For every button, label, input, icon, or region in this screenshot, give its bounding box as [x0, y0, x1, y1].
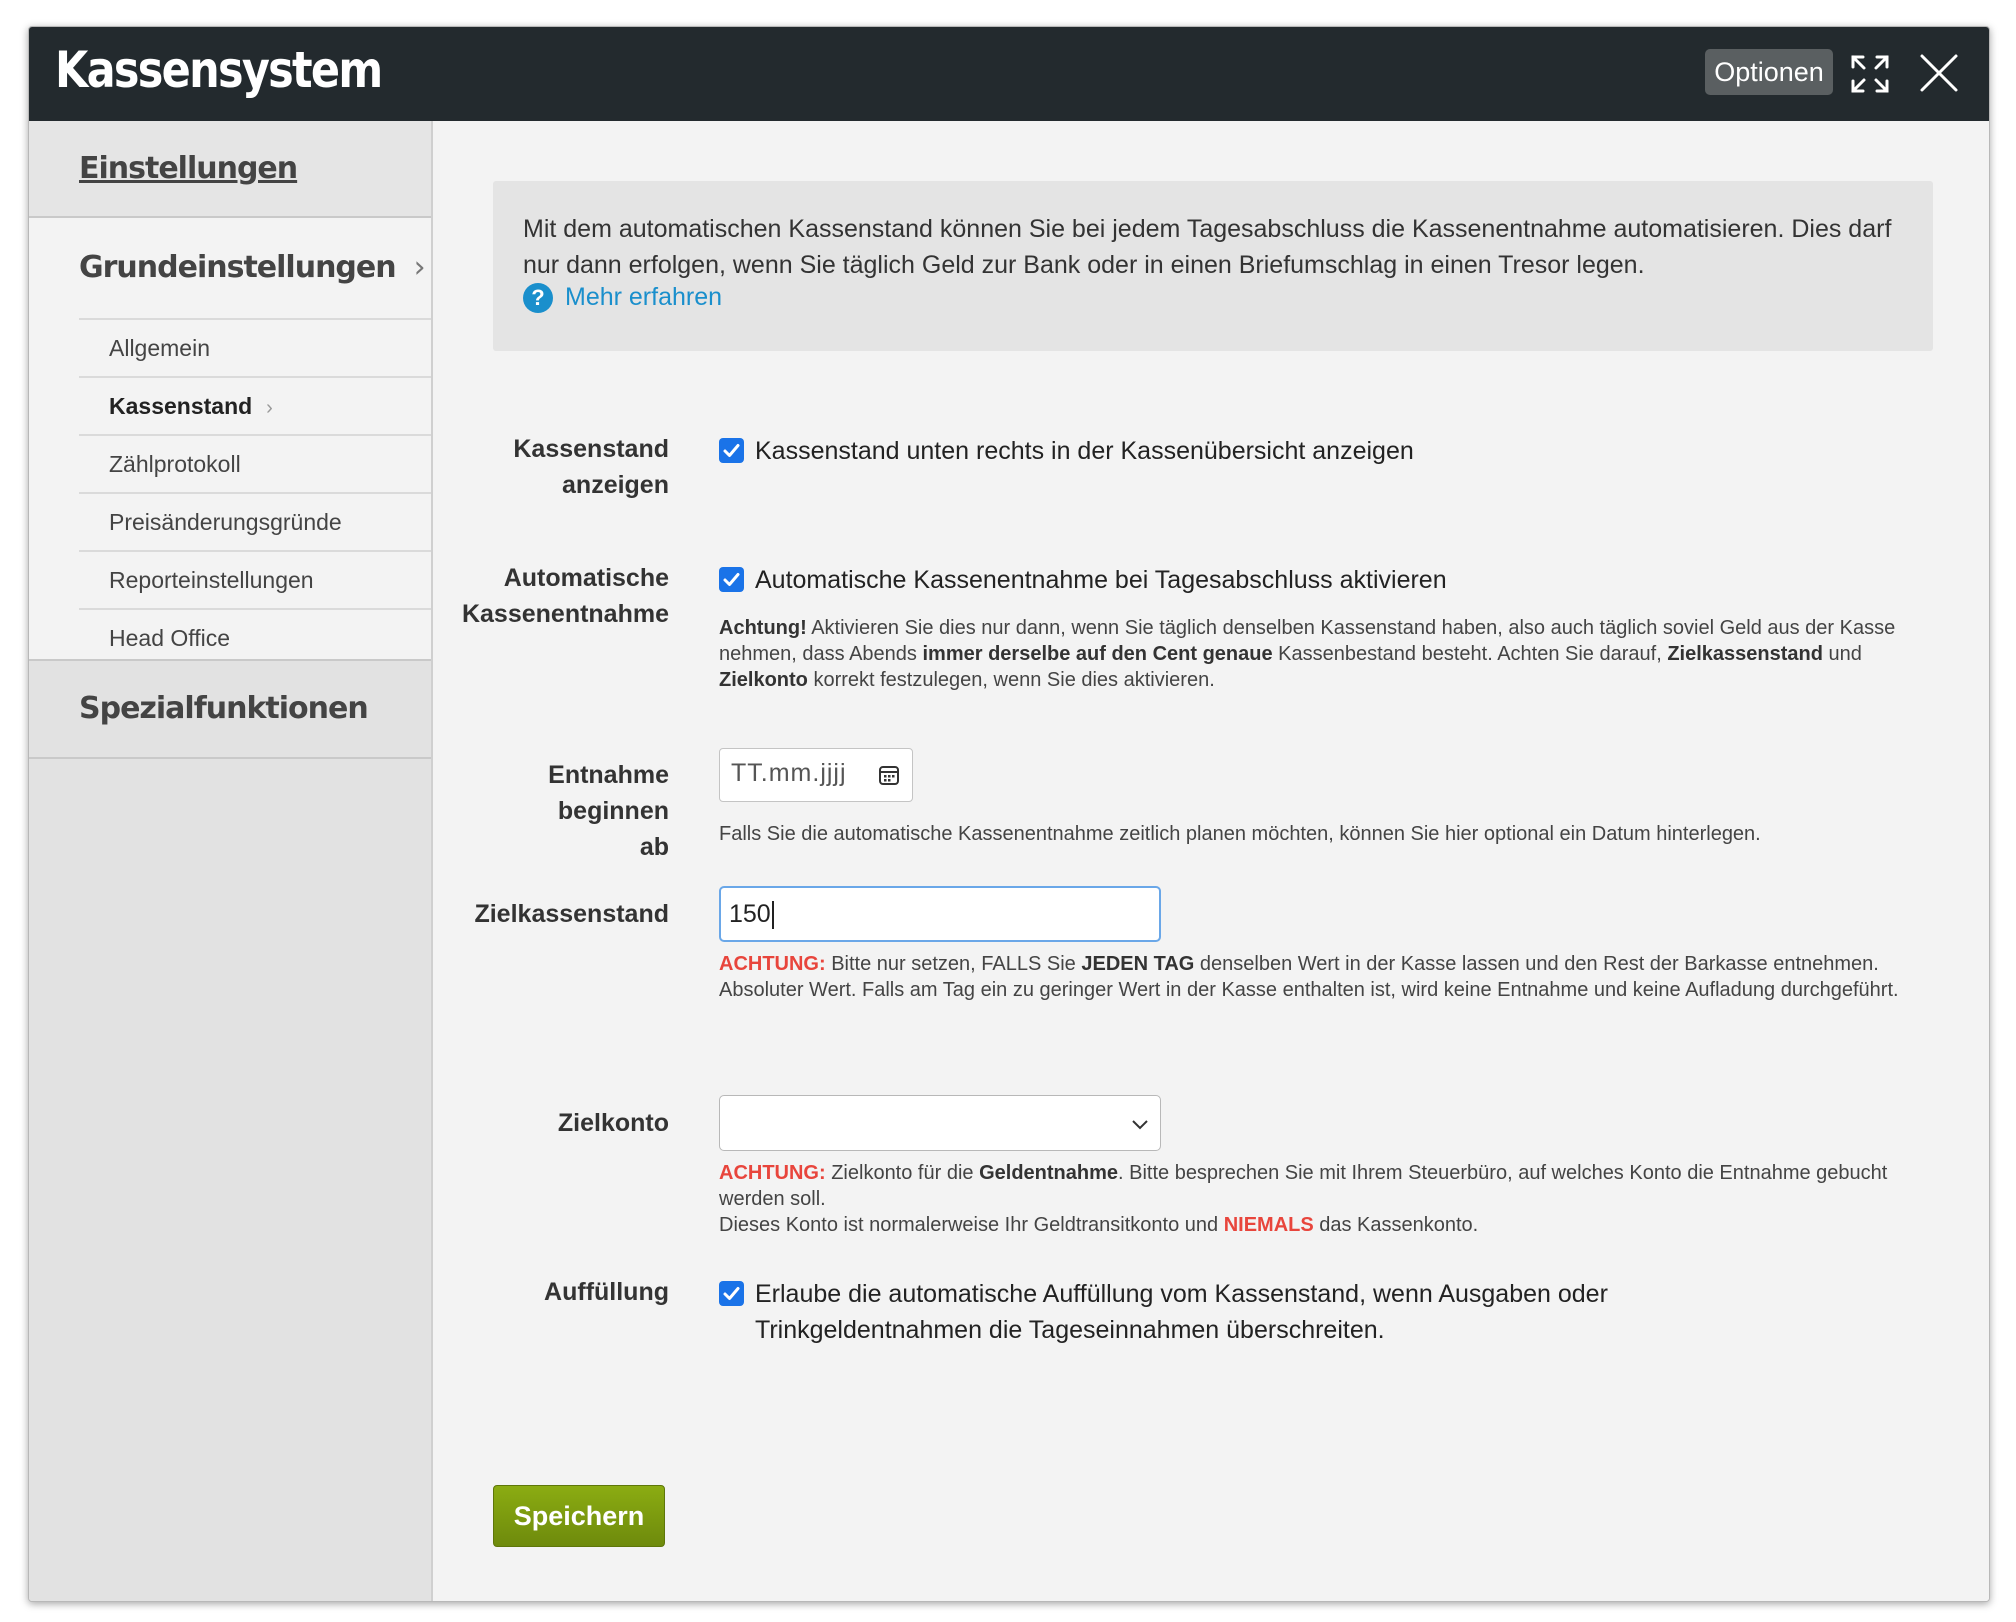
learn-more-link[interactable]: ? Mehr erfahren [523, 283, 722, 314]
start-date-note: Falls Sie die automatische Kassenentnahm… [719, 823, 1761, 845]
window-title: Kassensystem [55, 41, 383, 99]
target-account-note: ACHTUNG: Zielkonto für die Geldentnahme.… [719, 1162, 1888, 1236]
help-icon: ? [523, 283, 553, 314]
settings-window: Kassensystem Optionen Einstellungen Grun… [28, 26, 1990, 1602]
sidebar-item-preisaenderungsgruende[interactable]: Preisänderungsgründe [79, 492, 431, 550]
target-balance-note: ACHTUNG: Bitte nur setzen, FALLS Sie JED… [719, 953, 1899, 1001]
target-balance-label: Zielkassenstand [474, 900, 669, 928]
auto-withdrawal-note: Achtung! Aktivieren Sie dies nur dann, w… [719, 617, 1896, 691]
refill-label: Auffüllung [544, 1278, 669, 1306]
show-balance-text: Kassenstand unten rechts in der Kassenüb… [755, 437, 1414, 465]
target-balance-input[interactable]: 150 [719, 886, 1161, 942]
target-account-label: Zielkonto [557, 1109, 669, 1137]
sidebar-item-allgemein[interactable]: Allgemein [79, 318, 431, 376]
refill-checkbox[interactable] [719, 1281, 744, 1306]
sidebar-item-head-office[interactable]: Head Office [79, 608, 431, 666]
check-icon [723, 444, 740, 457]
show-balance-label: Kassenstand anzeigen [513, 435, 669, 499]
start-date-input[interactable]: TT.mm.jjjj [719, 748, 913, 802]
calendar-icon[interactable] [878, 764, 900, 786]
chevron-down-icon [1132, 1120, 1148, 1130]
check-icon [723, 573, 740, 586]
auto-withdrawal-label: Automatische Kassenentnahme [461, 564, 669, 628]
sidebar-item-zaehlprotokoll[interactable]: Zählprotokoll [79, 434, 431, 492]
check-icon [723, 1287, 740, 1300]
sidebar-item-reporteinstellungen[interactable]: Reporteinstellungen [79, 550, 431, 608]
start-date-label: Entnahme beginnen ab [548, 761, 669, 861]
show-balance-checkbox[interactable] [719, 438, 744, 463]
chevron-right-icon: › [266, 397, 273, 419]
expand-icon[interactable] [1849, 53, 1891, 95]
title-bar: Kassensystem Optionen [29, 27, 1989, 121]
auto-withdrawal-text: Automatische Kassenentnahme bei Tagesabs… [755, 566, 1447, 594]
options-button[interactable]: Optionen [1705, 49, 1833, 95]
save-button[interactable]: Speichern [493, 1485, 665, 1547]
target-account-select[interactable] [719, 1095, 1161, 1151]
sidebar-section-grundeinstellungen[interactable]: Grundeinstellungen › [29, 218, 431, 318]
chevron-right-icon: › [413, 250, 426, 285]
sidebar-menu: Allgemein Kassenstand › Zählprotokoll Pre… [29, 318, 431, 666]
date-placeholder: TT.mm.jjjj [731, 759, 847, 787]
refill-text: Erlaube die automatische Auffüllung vom … [755, 1280, 1608, 1344]
main-content: Mit dem automatischen Kassenstand können… [433, 121, 1989, 1601]
auto-withdrawal-checkbox[interactable] [719, 567, 744, 592]
sidebar-section-spezialfunktionen[interactable]: Spezialfunktionen [29, 659, 431, 759]
sidebar: Einstellungen Grundeinstellungen › Allgem… [29, 121, 433, 1601]
info-text: Mit dem automatischen Kassenstand können… [523, 215, 1892, 279]
sidebar-item-kassenstand[interactable]: Kassenstand › [79, 376, 431, 434]
info-box: Mit dem automatischen Kassenstand können… [493, 181, 1933, 351]
close-icon[interactable] [1919, 53, 1959, 93]
sidebar-settings-heading[interactable]: Einstellungen [29, 121, 431, 218]
